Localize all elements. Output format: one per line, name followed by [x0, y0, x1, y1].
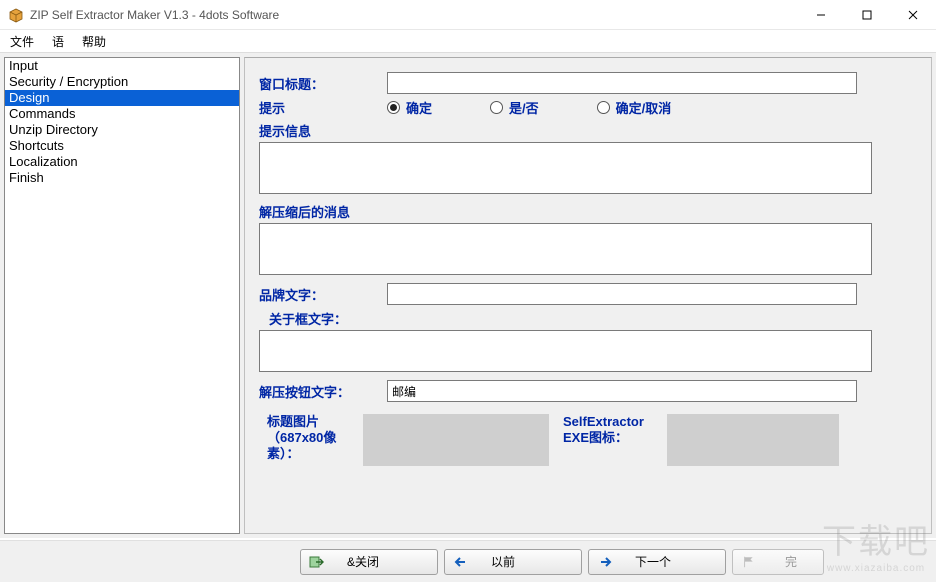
wizard-button-bar: &关闭 以前 下一个 完	[0, 540, 936, 582]
radio-icon	[387, 101, 400, 114]
button-label: 下一个	[635, 553, 671, 570]
prompt-radio-yesno[interactable]: 是/否	[490, 98, 539, 117]
prompt-radio-okcancel[interactable]: 确定/取消	[597, 98, 672, 117]
menu-file[interactable]: 文件	[10, 33, 34, 50]
sidebar-item-commands[interactable]: Commands	[5, 106, 239, 122]
steps-sidebar: Input Security / Encryption Design Comma…	[4, 57, 240, 534]
window-title-label: 窗口标题：	[259, 74, 387, 93]
menu-language[interactable]: 语	[52, 33, 64, 50]
prompt-info-input[interactable]	[259, 142, 872, 194]
sidebar-item-input[interactable]: Input	[5, 58, 239, 74]
window-title: ZIP Self Extractor Maker V1.3 - 4dots So…	[30, 8, 798, 22]
radio-icon	[490, 101, 503, 114]
header-image-preview[interactable]	[363, 414, 549, 466]
after-unzip-label: 解压缩后的消息	[259, 202, 917, 221]
close-button[interactable]: &关闭	[300, 549, 438, 575]
close-window-button[interactable]	[890, 0, 936, 29]
exe-icon-label: SelfExtractor EXE图标：	[555, 414, 667, 466]
radio-label: 是/否	[509, 98, 539, 117]
close-exit-icon	[309, 554, 325, 570]
button-label: 完	[785, 553, 797, 570]
button-label: &关闭	[347, 553, 379, 570]
exe-icon-preview[interactable]	[667, 414, 839, 466]
menu-help[interactable]: 帮助	[82, 33, 106, 50]
next-button[interactable]: 下一个	[588, 549, 726, 575]
prompt-radio-ok[interactable]: 确定	[387, 98, 432, 117]
maximize-button[interactable]	[844, 0, 890, 29]
content-area: Input Security / Encryption Design Comma…	[0, 52, 936, 538]
radio-icon	[597, 101, 610, 114]
title-bar: ZIP Self Extractor Maker V1.3 - 4dots So…	[0, 0, 936, 30]
sidebar-item-design[interactable]: Design	[5, 90, 239, 106]
arrow-left-icon	[453, 554, 469, 570]
brand-text-label: 品牌文字：	[259, 285, 387, 304]
finish-button: 完	[732, 549, 824, 575]
radio-label: 确定/取消	[616, 98, 672, 117]
sidebar-item-security[interactable]: Security / Encryption	[5, 74, 239, 90]
prompt-label: 提示	[259, 98, 387, 117]
prompt-radio-group: 确定 是/否 确定/取消	[387, 98, 671, 117]
after-unzip-input[interactable]	[259, 223, 872, 275]
sidebar-item-unzip-directory[interactable]: Unzip Directory	[5, 122, 239, 138]
unzip-button-text-label: 解压按钮文字：	[259, 382, 387, 401]
sidebar-item-finish[interactable]: Finish	[5, 170, 239, 186]
header-image-label: 标题图片（687x80像素）：	[259, 414, 363, 466]
previous-button[interactable]: 以前	[444, 549, 582, 575]
flag-icon	[741, 554, 757, 570]
brand-text-input[interactable]	[387, 283, 857, 305]
radio-label: 确定	[406, 98, 432, 117]
sidebar-item-shortcuts[interactable]: Shortcuts	[5, 138, 239, 154]
minimize-button[interactable]	[798, 0, 844, 29]
window-controls	[798, 0, 936, 29]
sidebar-item-localization[interactable]: Localization	[5, 154, 239, 170]
prompt-info-label: 提示信息	[259, 121, 917, 140]
about-box-label: 关于框文字：	[269, 309, 917, 328]
image-row: 标题图片（687x80像素）： SelfExtractor EXE图标：	[259, 414, 917, 466]
app-icon	[8, 7, 24, 23]
menu-bar: 文件 语 帮助	[0, 30, 936, 52]
window-title-input[interactable]	[387, 72, 857, 94]
unzip-button-text-input[interactable]	[387, 380, 857, 402]
about-box-input[interactable]	[259, 330, 872, 372]
design-panel: 窗口标题： 提示 确定 是/否 确定/取消 提示信息	[244, 57, 932, 534]
button-label: 以前	[491, 553, 515, 570]
arrow-right-icon	[597, 554, 613, 570]
